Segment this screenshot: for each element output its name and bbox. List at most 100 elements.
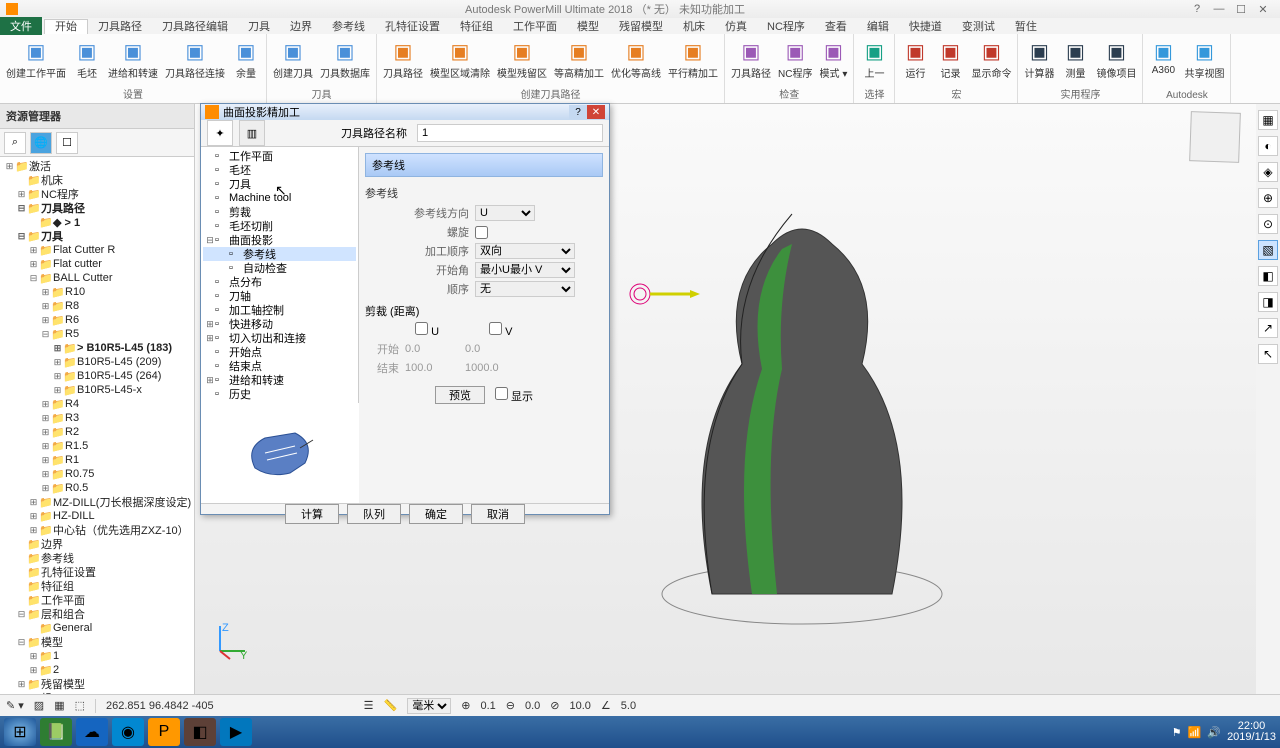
menu-tab[interactable]: 变测试 [952, 20, 1005, 34]
start-button[interactable]: ⊞ [4, 718, 36, 746]
ribbon-button[interactable]: ▣模型残留区 [495, 36, 549, 81]
menu-tab[interactable]: 刀具路径编辑 [152, 20, 238, 34]
help-icon[interactable]: ? [1186, 3, 1208, 15]
menu-tab[interactable]: 参考线 [322, 20, 375, 34]
tool3-icon[interactable]: ↗ [1258, 318, 1278, 338]
dialog-tree-node[interactable]: ▫参考线 [203, 247, 356, 261]
ribbon-button[interactable]: ▣A360 [1147, 36, 1179, 77]
order-select[interactable]: 双向 [475, 243, 575, 259]
ribbon-button[interactable]: ▣上一 [858, 36, 890, 81]
unit-select[interactable]: 毫米 [407, 698, 451, 714]
draw-tool-icon[interactable]: ✎ ▾ [6, 699, 24, 712]
dialog-tree[interactable]: ▫工作平面▫毛坯▫刀具▫Machine tool▫剪裁▫毛坯切削⊟▫曲面投影▫参… [201, 147, 359, 403]
tree-node[interactable]: ⊟📁刀具路径 [0, 201, 194, 215]
ruler-icon[interactable]: 📏 [384, 699, 398, 712]
dialog-tree-node[interactable]: ▫开始点 [203, 345, 356, 359]
cursor-icon[interactable]: ↖ [1258, 344, 1278, 364]
tree-node[interactable]: 📁工作平面 [0, 593, 194, 607]
tree-node[interactable]: ⊞📁2 [0, 663, 194, 677]
ribbon-button[interactable]: ▣平行精加工 [666, 36, 720, 81]
tree-node[interactable]: 📁组 [0, 691, 194, 694]
tree-node[interactable]: ⊞📁R6 [0, 313, 194, 327]
menu-tab[interactable]: 机床 [673, 20, 715, 34]
ribbon-button[interactable]: ▣创建工作平面 [4, 36, 68, 81]
ribbon-button[interactable]: ▣优化等高线 [609, 36, 663, 81]
menu-tab[interactable]: 工作平面 [503, 20, 567, 34]
close-icon[interactable]: ✕ [1252, 3, 1274, 16]
zoom-icon[interactable]: ⊕ [1258, 188, 1278, 208]
dialog-tree-node[interactable]: ▫自动检查 [203, 261, 356, 275]
tree-node[interactable]: ⊟📁R5 [0, 327, 194, 341]
ribbon-button[interactable]: ▣模式 ▾ [817, 36, 849, 81]
tree-node[interactable]: ⊞📁R3 [0, 411, 194, 425]
tray-net-icon[interactable]: 📶 [1188, 726, 1202, 739]
dialog-close-icon[interactable]: ✕ [587, 105, 605, 119]
tree-node[interactable]: ⊞📁R8 [0, 299, 194, 313]
u-checkbox[interactable] [415, 322, 428, 335]
dialog-tree-node[interactable]: ▫工作平面 [203, 149, 356, 163]
view-icon[interactable]: ☐ [56, 132, 78, 154]
menu-tab[interactable]: NC程序 [757, 20, 815, 34]
fit-icon[interactable]: ⊙ [1258, 214, 1278, 234]
spiral-checkbox[interactable] [475, 226, 488, 239]
menu-tab[interactable]: 模型 [567, 20, 609, 34]
dir-select[interactable]: U [475, 205, 535, 221]
seq-select[interactable]: 无 [475, 281, 575, 297]
tool2-icon[interactable]: ◨ [1258, 292, 1278, 312]
ribbon-button[interactable]: ▣NC程序 [776, 36, 814, 81]
tree-node[interactable]: ⊞📁> B10R5-L45 (183) [0, 341, 194, 355]
tree-node[interactable]: ⊞📁HZ-DILL [0, 509, 194, 523]
explorer-tree[interactable]: ⊞📁激活📁机床⊞📁NC程序⊟📁刀具路径📁◆ > 1⊟📁刀具⊞📁Flat Cutt… [0, 157, 194, 694]
menu-tab[interactable]: 边界 [280, 20, 322, 34]
dialog-titlebar[interactable]: 曲面投影精加工 ? ✕ [201, 104, 609, 120]
ribbon-button[interactable]: ▣刀具路径 [381, 36, 425, 81]
iso-icon[interactable]: ◈ [1258, 162, 1278, 182]
task-app1[interactable]: 📗 [40, 718, 72, 746]
tree-node[interactable]: 📁孔特征设置 [0, 565, 194, 579]
tool1-icon[interactable]: ◧ [1258, 266, 1278, 286]
ribbon-button[interactable]: ▣刀具路径 [729, 36, 773, 81]
dialog-tree-node[interactable]: ▫刀具 [203, 177, 356, 191]
cancel-button[interactable]: 取消 [471, 504, 525, 524]
preview-button[interactable]: 预览 [435, 386, 485, 404]
ribbon-button[interactable]: ▣余量 [230, 36, 262, 81]
dialog-tree-node[interactable]: ▫毛坯 [203, 163, 356, 177]
tree-node[interactable]: ⊞📁B10R5-L45 (209) [0, 355, 194, 369]
dialog-tree-node[interactable]: ⊞▫切入切出和连接 [203, 331, 356, 345]
tree-node[interactable]: ⊞📁R0.5 [0, 481, 194, 495]
ribbon-button[interactable]: ▣刀具数据库 [318, 36, 372, 81]
file-menu[interactable]: 文件 [0, 17, 42, 35]
task-app3[interactable]: ◉ [112, 718, 144, 746]
wireframe-icon[interactable]: ▦ [1258, 110, 1278, 130]
ribbon-button[interactable]: ▣进给和转速 [106, 36, 160, 81]
start-select[interactable]: 最小U最小 V [475, 262, 575, 278]
dialog-tree-node[interactable]: ⊟▫曲面投影 [203, 233, 356, 247]
tree-node[interactable]: ⊞📁残留模型 [0, 677, 194, 691]
tree-node[interactable]: 📁特征组 [0, 579, 194, 593]
calc-button[interactable]: 计算 [285, 504, 339, 524]
tree-node[interactable]: ⊞📁1 [0, 649, 194, 663]
ribbon-button[interactable]: ▣毛坯 [71, 36, 103, 81]
tree-node[interactable]: ⊞📁Flat cutter [0, 257, 194, 271]
dialog-tree-node[interactable]: ▫历史 [203, 387, 356, 401]
menu-tab[interactable]: 暂住 [1005, 20, 1047, 34]
dialog-tree-node[interactable]: ▫毛坯切削 [203, 219, 356, 233]
dialog-tree-node[interactable]: ⊞▫快进移动 [203, 317, 356, 331]
menu-tab[interactable]: 刀具 [238, 20, 280, 34]
task-powermill[interactable]: P [148, 718, 180, 746]
ribbon-button[interactable]: ▣刀具路径连接 [163, 36, 227, 81]
tree-node[interactable]: ⊞📁R2 [0, 425, 194, 439]
tree-node[interactable]: ⊞📁Flat Cutter R [0, 243, 194, 257]
task-app6[interactable]: ▶ [220, 718, 252, 746]
tree-node[interactable]: ⊞📁R1 [0, 453, 194, 467]
block-icon[interactable]: ▧ [1258, 240, 1278, 260]
v-checkbox[interactable] [489, 322, 502, 335]
shade-icon[interactable]: ◐ [1258, 136, 1278, 156]
tree-node[interactable]: 📁◆ > 1 [0, 215, 194, 229]
tree-node[interactable]: ⊟📁刀具 [0, 229, 194, 243]
menu-tab[interactable]: 查看 [815, 20, 857, 34]
tree-node[interactable]: ⊞📁激活 [0, 159, 194, 173]
tree-node[interactable]: ⊞📁B10R5-L45-x [0, 383, 194, 397]
snap2-icon[interactable]: ⬚ [75, 699, 85, 712]
tree-node[interactable]: ⊞📁R0.75 [0, 467, 194, 481]
